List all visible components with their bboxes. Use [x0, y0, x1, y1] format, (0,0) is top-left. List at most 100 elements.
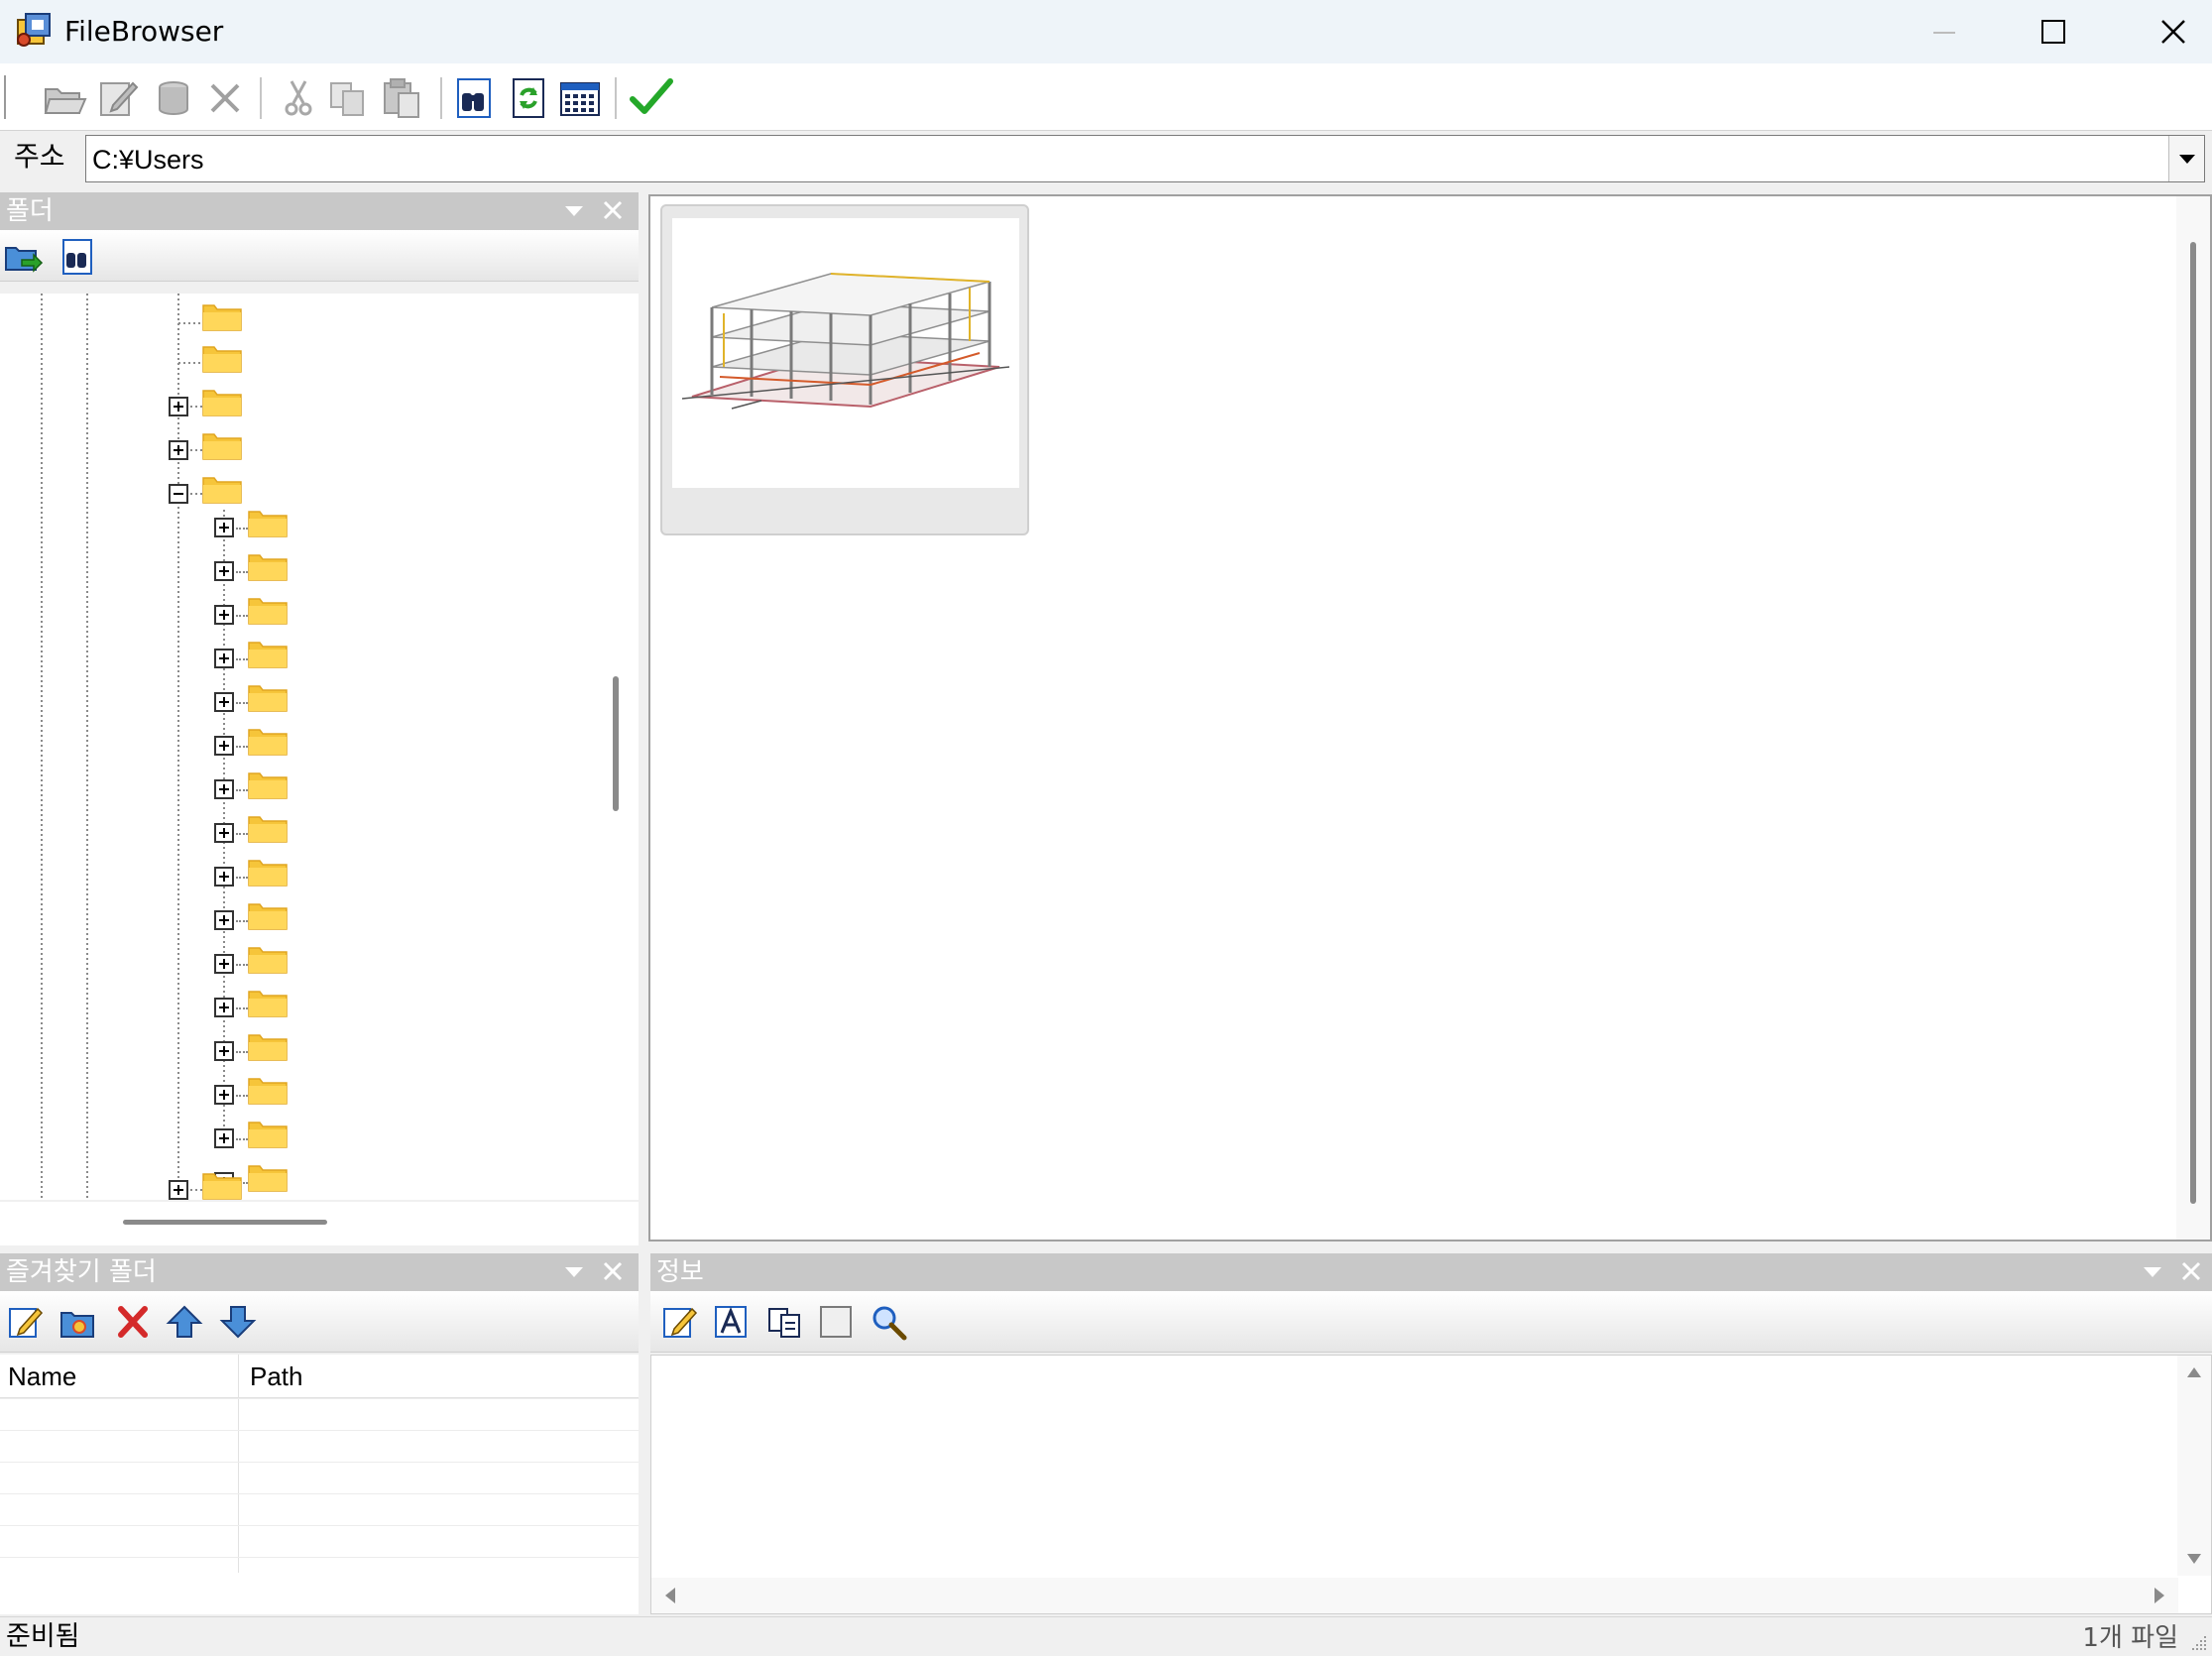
tree-expand-button[interactable] — [169, 397, 188, 416]
table-row[interactable] — [0, 1462, 639, 1463]
info-pane-close-button[interactable] — [2177, 1259, 2205, 1285]
info-horizontal-scrollbar[interactable] — [651, 1578, 2178, 1613]
table-row[interactable] — [0, 1525, 639, 1526]
folder-tree-vertical-scrollbar[interactable] — [597, 294, 639, 1200]
tree-subfolder[interactable] — [248, 639, 288, 668]
remove-favorite-button[interactable] — [113, 1303, 153, 1341]
move-down-button[interactable] — [218, 1303, 258, 1341]
column-header-name[interactable]: Name — [8, 1360, 76, 1392]
view-details-button[interactable] — [555, 73, 605, 123]
folders-pane-close-button[interactable] — [599, 198, 627, 224]
tree-expand-button[interactable] — [214, 1128, 234, 1148]
copy-info-button[interactable] — [765, 1303, 805, 1341]
tree-folder[interactable] — [202, 301, 242, 331]
refresh-button[interactable] — [504, 73, 553, 123]
tree-expand-button[interactable] — [214, 954, 234, 974]
tree-expand-button[interactable] — [214, 823, 234, 843]
scrollbar-thumb[interactable] — [2190, 242, 2196, 1204]
tree-subfolder[interactable] — [248, 551, 288, 581]
toolbar-grip[interactable] — [4, 75, 6, 119]
folder-tree-horizontal-scrollbar[interactable] — [0, 1202, 639, 1245]
scrollbar-thumb[interactable] — [613, 676, 619, 811]
table-row[interactable] — [0, 1557, 639, 1558]
edit-info-button[interactable] — [660, 1303, 700, 1341]
favorites-pane-close-button[interactable] — [599, 1259, 627, 1285]
info-vertical-scrollbar[interactable] — [2177, 1356, 2211, 1576]
tree-expand-button[interactable] — [214, 605, 234, 625]
maximize-button[interactable] — [1999, 0, 2108, 63]
tree-subfolder[interactable] — [248, 595, 288, 625]
favorites-pane-menu-button[interactable] — [559, 1259, 589, 1285]
tree-folder[interactable] — [202, 387, 242, 416]
tree-subfolder[interactable] — [248, 1119, 288, 1148]
tree-subfolder[interactable] — [248, 988, 288, 1017]
edit-favorite-button[interactable] — [6, 1303, 46, 1341]
tree-subfolder[interactable] — [248, 944, 288, 974]
tree-subfolder[interactable] — [248, 1031, 288, 1061]
tree-expand-button[interactable] — [214, 649, 234, 668]
close-button[interactable] — [2108, 0, 2212, 63]
tree-folder[interactable] — [202, 343, 242, 373]
find-folder-button[interactable] — [58, 238, 97, 276]
tree-folder-expanded[interactable] — [202, 474, 242, 504]
tree-subfolder[interactable] — [248, 857, 288, 887]
resize-grip-icon[interactable] — [2190, 1634, 2208, 1652]
go-to-folder-button[interactable] — [4, 238, 44, 276]
tree-folder[interactable] — [202, 1170, 242, 1200]
info-pane-menu-button[interactable] — [2138, 1259, 2167, 1285]
table-row[interactable] — [0, 1398, 639, 1399]
open-folder-button[interactable] — [40, 73, 89, 123]
blank-button[interactable] — [817, 1303, 857, 1341]
tree-expand-button[interactable] — [214, 1041, 234, 1061]
move-up-button[interactable] — [165, 1303, 204, 1341]
tree-expand-button[interactable] — [214, 561, 234, 581]
table-row[interactable] — [0, 1493, 639, 1494]
tree-subfolder[interactable] — [248, 726, 288, 756]
minimize-button[interactable] — [1890, 0, 1999, 63]
tree-expand-button[interactable] — [214, 867, 234, 887]
column-header-path[interactable]: Path — [250, 1360, 303, 1392]
tree-subfolder[interactable] — [248, 769, 288, 799]
tree-folder[interactable] — [202, 430, 242, 460]
ok-button[interactable] — [627, 73, 676, 123]
tree-subfolder[interactable] — [248, 813, 288, 843]
copy-button[interactable] — [323, 73, 373, 123]
delete-button[interactable] — [200, 73, 250, 123]
file-view-vertical-scrollbar[interactable] — [2176, 196, 2210, 1240]
tree-expand-button[interactable] — [214, 998, 234, 1017]
tree-expand-button[interactable] — [169, 1180, 188, 1200]
tree-expand-button[interactable] — [214, 910, 234, 930]
tree-subfolder[interactable] — [248, 1075, 288, 1105]
scrollbar-thumb[interactable] — [123, 1220, 327, 1225]
tree-subfolder[interactable] — [248, 1162, 288, 1192]
favorites-list[interactable]: Name Path — [0, 1355, 639, 1614]
tree-expand-button[interactable] — [214, 779, 234, 799]
zoom-button[interactable] — [869, 1303, 908, 1341]
find-button[interactable] — [448, 73, 498, 123]
info-content-area[interactable] — [650, 1355, 2212, 1614]
vertical-splitter[interactable] — [639, 192, 648, 1245]
tree-expand-button[interactable] — [214, 736, 234, 756]
file-view[interactable] — [648, 194, 2212, 1242]
database-button[interactable] — [149, 73, 198, 123]
tree-subfolder[interactable] — [248, 682, 288, 712]
paste-button[interactable] — [377, 73, 426, 123]
tree-subfolder[interactable] — [248, 508, 288, 537]
text-button[interactable] — [712, 1303, 752, 1341]
table-row[interactable] — [0, 1430, 639, 1431]
file-thumbnail-card[interactable] — [660, 204, 1029, 535]
add-favorite-button[interactable] — [59, 1303, 99, 1341]
cut-button[interactable] — [274, 73, 323, 123]
tree-collapse-button[interactable] — [169, 484, 188, 504]
tree-expand-button[interactable] — [214, 518, 234, 537]
tree-expand-button[interactable] — [214, 1085, 234, 1105]
tree-expand-button[interactable] — [169, 440, 188, 460]
tree-expand-button[interactable] — [214, 692, 234, 712]
edit-button[interactable] — [93, 73, 143, 123]
column-separator[interactable] — [238, 1355, 239, 1573]
tree-subfolder[interactable] — [248, 900, 288, 930]
folders-pane-menu-button[interactable] — [559, 198, 589, 224]
folder-tree[interactable] — [0, 294, 639, 1200]
address-input[interactable]: C:¥Users — [85, 135, 2205, 182]
address-dropdown-button[interactable] — [2168, 136, 2204, 181]
